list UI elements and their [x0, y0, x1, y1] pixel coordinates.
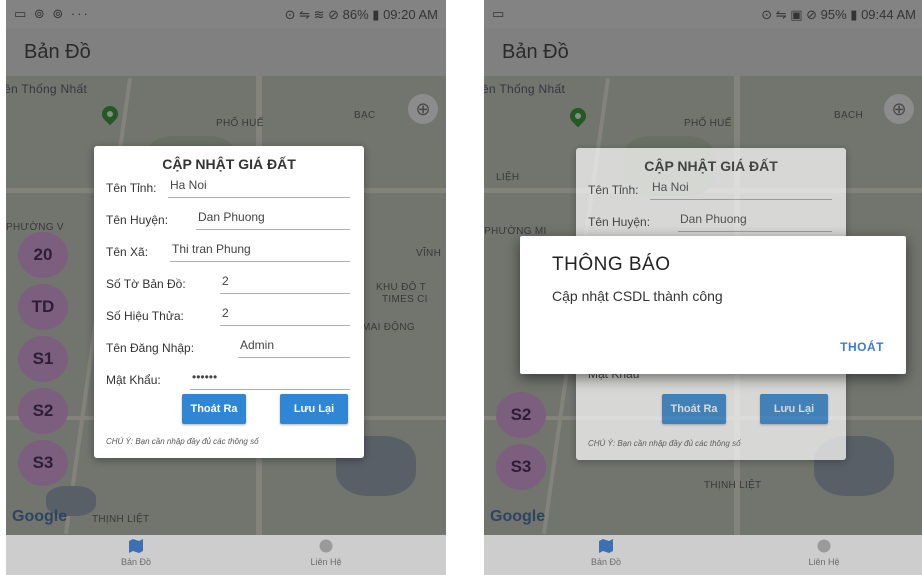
nav-item-contact[interactable]: Liên Hệ — [784, 539, 864, 567]
field-label: Tên Đăng Nhập: — [106, 341, 195, 355]
form-note: CHÚ Ý: Bạn cần nhập đầy đủ các thông số — [588, 439, 741, 448]
field-label: Số Tờ Bản Đồ: — [106, 277, 186, 291]
update-land-price-dialog: CẬP NHẬT GIÁ ĐẤT Tên Tỉnh: Ha Noi Tên Hu… — [94, 146, 364, 458]
nav-label: Liên Hệ — [808, 557, 840, 567]
field-label: Số Hiệu Thửa: — [106, 309, 184, 323]
field-label: Tên Xã: — [106, 245, 149, 259]
dialog-title: CẬP NHẬT GIÁ ĐẤT — [162, 156, 296, 172]
field-value[interactable]: Ha Noi — [652, 180, 689, 194]
bottom-nav: Bản Đồ Liên Hệ — [484, 535, 922, 575]
field-value[interactable]: 2 — [222, 274, 229, 288]
info-icon — [319, 539, 333, 553]
nav-item-map[interactable]: Bản Đồ — [566, 539, 646, 567]
field-value[interactable]: 2 — [222, 306, 229, 320]
field-value[interactable]: Thi tran Phung — [172, 242, 251, 256]
field-district[interactable]: Tên Huyện: Dan Phuong — [588, 210, 832, 232]
nav-label: Bản Đồ — [590, 557, 622, 567]
dialog-title: CẬP NHẬT GIÁ ĐẤT — [644, 158, 778, 174]
alert-title: THÔNG BÁO — [552, 254, 671, 275]
left-phone-screen: ▭ ⊚ ⊚ ··· ⊙ ⇋ ≋ ⊘ 86% ▮ 09:20 AM Bản Đồ … — [6, 0, 446, 575]
field-value[interactable]: •••••• — [192, 370, 217, 384]
save-button[interactable]: Lưu Lại — [760, 394, 828, 424]
field-label: Tên Huyện: — [588, 215, 651, 229]
field-map-sheet[interactable]: Số Tờ Bản Đồ: 2 — [106, 272, 350, 294]
field-value[interactable]: Ha Noi — [170, 178, 207, 192]
nav-item-contact[interactable]: Liên Hệ — [286, 539, 366, 567]
info-icon — [817, 539, 831, 553]
field-commune[interactable]: Tên Xã: Thi tran Phung — [106, 240, 350, 262]
field-password[interactable]: Mật Khẩu: •••••• — [106, 368, 350, 390]
field-district[interactable]: Tên Huyện: Dan Phuong — [106, 208, 350, 230]
nav-label: Liên Hệ — [310, 557, 342, 567]
alert-message: Cập nhật CSDL thành công — [552, 288, 723, 304]
notification-dialog: THÔNG BÁO Cập nhật CSDL thành công THOÁT — [520, 236, 906, 374]
field-province[interactable]: Tên Tỉnh: Ha Noi — [588, 178, 832, 200]
bottom-nav: Bản Đồ Liên Hệ — [6, 535, 446, 575]
nav-item-map[interactable]: Bản Đồ — [96, 539, 176, 567]
save-button[interactable]: Lưu Lại — [280, 394, 348, 424]
field-value[interactable]: Admin — [240, 338, 274, 352]
field-value[interactable]: Dan Phuong — [680, 212, 747, 226]
field-label: Tên Tỉnh: — [106, 181, 157, 195]
field-username[interactable]: Tên Đăng Nhập: Admin — [106, 336, 350, 358]
right-phone-screen: ▭ ⊙ ⇋ ▣ ⊘ 95% ▮ 09:44 AM Bản Đồ ên Thống… — [484, 0, 922, 575]
field-label: Mật Khẩu: — [106, 373, 161, 387]
exit-button[interactable]: Thoát Ra — [662, 394, 726, 424]
nav-label: Bản Đồ — [120, 557, 152, 567]
map-icon — [129, 539, 143, 553]
field-province[interactable]: Tên Tỉnh: Ha Noi — [106, 176, 350, 198]
form-note: CHÚ Ý: Bạn cần nhập đầy đủ các thông số — [106, 437, 259, 446]
field-value[interactable]: Dan Phuong — [198, 210, 265, 224]
field-label: Tên Tỉnh: — [588, 183, 639, 197]
map-icon — [599, 539, 613, 553]
exit-button[interactable]: Thoát Ra — [182, 394, 246, 424]
alert-exit-button[interactable]: THOÁT — [840, 340, 884, 354]
field-label: Tên Huyện: — [106, 213, 169, 227]
field-parcel-number[interactable]: Số Hiệu Thửa: 2 — [106, 304, 350, 326]
